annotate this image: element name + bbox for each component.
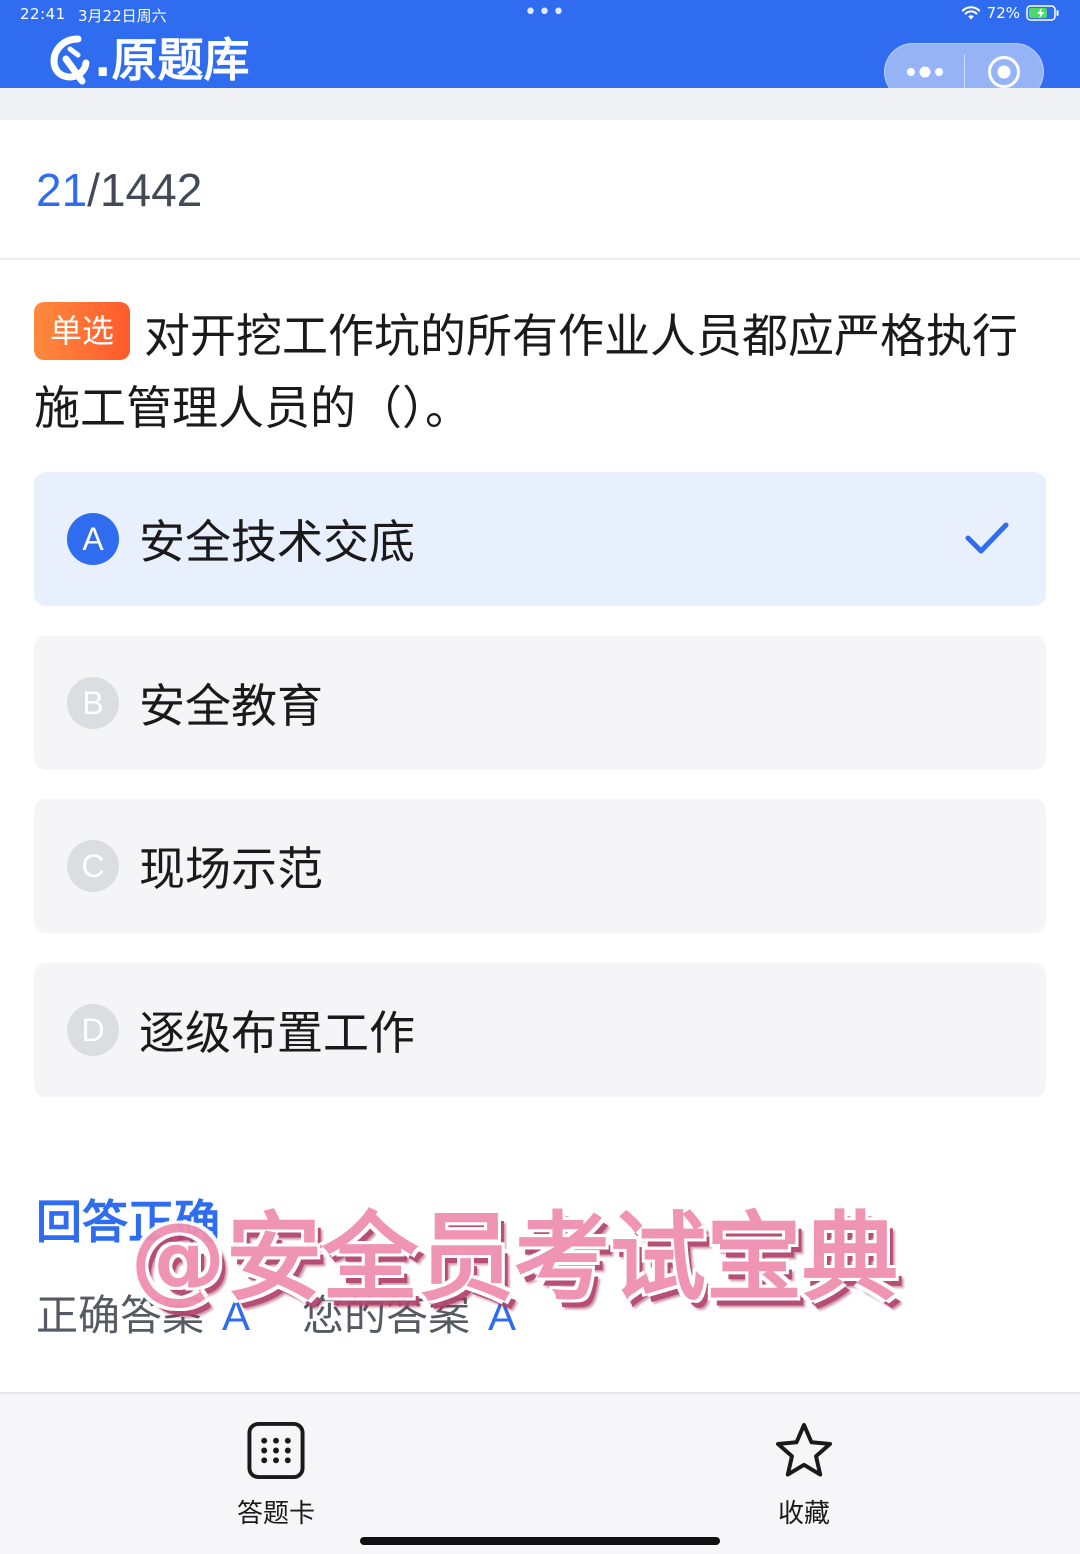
question-type-badge: 单选 xyxy=(34,302,131,360)
favorite-label: 收藏 xyxy=(777,1499,830,1529)
option-letter-b: B xyxy=(67,677,119,729)
battery-charging-icon xyxy=(1026,5,1059,21)
app-logo: .原题库 xyxy=(48,30,249,90)
option-text-a: 安全技术交底 xyxy=(139,515,415,569)
option-b[interactable]: B 安全教育 xyxy=(34,636,1046,770)
app-title: .原题库 xyxy=(94,33,250,87)
grid-card-icon xyxy=(247,1421,305,1480)
favorite-tab[interactable]: 收藏 xyxy=(744,1420,864,1530)
answer-card-label: 答题卡 xyxy=(236,1499,315,1529)
answer-card-tab[interactable]: 答题卡 xyxy=(216,1420,336,1530)
check-icon xyxy=(965,522,1009,554)
brand-q-icon xyxy=(50,35,90,85)
target-close-icon xyxy=(987,56,1020,88)
option-text-c: 现场示范 xyxy=(139,842,323,896)
wifi-icon xyxy=(961,6,980,20)
status-time: 22:41 xyxy=(20,5,66,23)
total-question-count: 1442 xyxy=(99,164,203,216)
question-stem: 单选 对开挖工作坑的所有作业人员都应严格执行施工管理人员的（）。 xyxy=(34,300,1054,444)
status-indicators: 72% xyxy=(961,4,1060,22)
option-text-d: 逐级布置工作 xyxy=(139,1006,415,1060)
question-text: 对开挖工作坑的所有作业人员都应严格执行施工管理人员的（）。 xyxy=(34,309,1019,435)
option-text-b: 安全教育 xyxy=(139,679,323,733)
option-letter-c: C xyxy=(67,840,119,892)
question-progress: 21/1442 xyxy=(36,162,202,218)
more-dots-icon xyxy=(906,66,943,78)
option-letter-a: A xyxy=(67,513,119,565)
progress-separator: / xyxy=(87,164,100,216)
status-date: 3月22日周六 xyxy=(78,7,167,25)
option-c[interactable]: C 现场示范 xyxy=(34,799,1046,933)
bottom-nav-bar xyxy=(0,1392,1080,1554)
option-letter-d: D xyxy=(67,1004,119,1056)
header-shadow-band xyxy=(0,88,1080,120)
battery-percent: 72% xyxy=(986,4,1020,22)
current-question-number: 21 xyxy=(36,164,88,216)
top-header: 22:41 3月22日周六 ••• 72% .原题库 xyxy=(0,0,1080,101)
star-icon xyxy=(775,1422,833,1477)
option-a[interactable]: A 安全技术交底 xyxy=(34,472,1046,606)
option-d[interactable]: D 逐级布置工作 xyxy=(34,963,1046,1097)
home-indicator[interactable] xyxy=(360,1537,720,1545)
multitask-dots-icon[interactable]: ••• xyxy=(524,0,566,26)
watermark-text: @安全员考试宝典 xyxy=(130,1202,898,1314)
